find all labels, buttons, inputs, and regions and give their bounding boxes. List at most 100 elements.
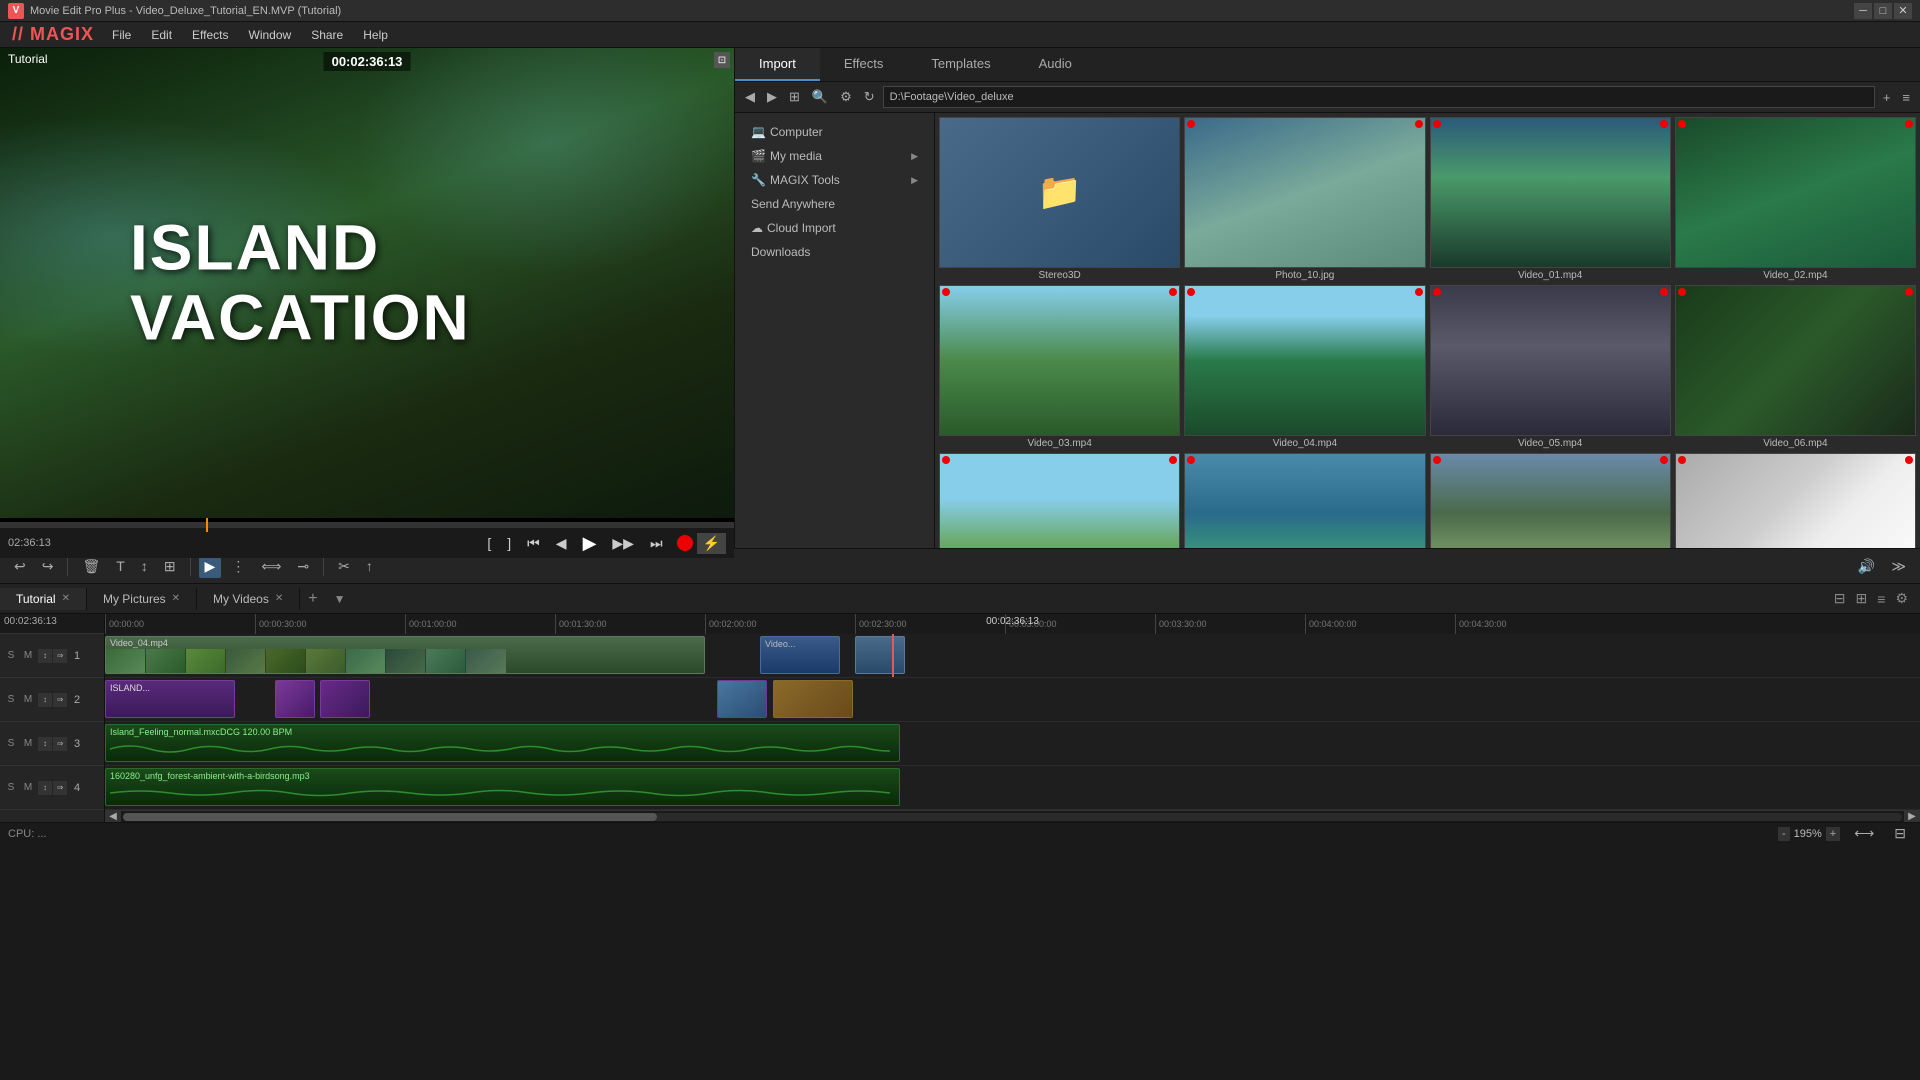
fit-timeline-button[interactable]: ⟷ [1848,822,1880,845]
tab-effects[interactable]: Effects [820,48,908,81]
tab-close-videos[interactable]: ✕ [275,593,283,604]
track-solo[interactable]: ⇒ [53,737,67,751]
nav-computer[interactable]: 💻 Computer [743,121,926,143]
grid-view-button[interactable]: ⊞ [785,87,804,107]
add-tab-button[interactable]: + [300,586,325,612]
nav-cloud-import[interactable]: ☁ Cloud Import [743,217,926,239]
edit-menu[interactable]: Edit [141,26,182,44]
mark-out-button[interactable]: ] [501,533,517,553]
scroll-left-button[interactable]: ◀ [105,811,121,823]
play-button[interactable]: ▶ [577,531,603,556]
video-clip-3[interactable] [855,636,905,674]
zoom-slider-button[interactable]: ⊟ [1888,822,1912,845]
media-item-video05[interactable]: Video_05.mp4 [1430,285,1671,449]
volume-icon[interactable]: 🔊 [1852,555,1881,578]
forward-button[interactable]: ▶ [763,87,781,107]
back-button[interactable]: ◀ [741,87,759,107]
close-button[interactable]: ✕ [1894,3,1912,19]
prev-mark-button[interactable]: ⏮ [521,533,546,554]
timeline-tab-tutorial[interactable]: Tutorial ✕ [0,588,87,610]
timeline-tab-pictures[interactable]: My Pictures ✕ [87,588,197,610]
media-item-video09[interactable]: Video_09.mp4 [1430,453,1671,548]
tab-close-tutorial[interactable]: ✕ [62,593,70,604]
smart-render-button[interactable]: ⚡ [697,533,726,554]
track-solo[interactable]: ⇒ [53,693,67,707]
media-item-video08[interactable]: Video_08.mp4 [1184,453,1425,548]
media-item-video03[interactable]: Video_03.mp4 [939,285,1180,449]
media-item-video07[interactable]: Video_07.mp4 [939,453,1180,548]
titlebar-controls[interactable]: ─ □ ✕ [1854,3,1912,19]
effects-menu[interactable]: Effects [182,26,238,44]
scroll-right-button[interactable]: ▶ [1904,811,1920,823]
preview-seekbar[interactable] [0,522,734,528]
tab-templates[interactable]: Templates [907,48,1014,81]
menubar: // MAGIX File Edit Effects Window Share … [0,22,1920,48]
track-solo[interactable]: ⇒ [53,649,67,663]
tab-audio[interactable]: Audio [1015,48,1096,81]
media-item-stereo3d[interactable]: 📁 Stereo3D [939,117,1180,281]
settings-button[interactable]: ⚙ [836,87,856,107]
audio-clip-1[interactable]: Island_Feeling_normal.mxcDCG 120.00 BPM [105,724,900,762]
help-menu[interactable]: Help [353,26,398,44]
refresh-button[interactable]: ↻ [860,87,879,107]
audio-clip-2[interactable]: 160280_unfg_forest-ambient-with-a-birdso… [105,768,900,806]
timeline-settings[interactable]: ⚙ [1891,588,1912,609]
prev-frame-button[interactable]: ◀ [550,533,573,554]
split-button[interactable]: ↕ [135,555,154,577]
video-clip-purple-3[interactable] [717,680,767,718]
tab-close-pictures[interactable]: ✕ [172,593,180,604]
paste-button[interactable]: ↑ [360,555,379,577]
next-frame-button[interactable]: ▶▶ [606,533,640,554]
media-item-video02[interactable]: Video_02.mp4 [1675,117,1916,281]
maximize-button[interactable]: □ [1874,3,1892,19]
timeline-view[interactable]: ≡ [1873,588,1889,609]
video-clip-purple-2[interactable] [320,680,370,718]
media-item-video01[interactable]: Video_01.mp4 [1430,117,1671,281]
track-controls: ↕ ⇒ [38,693,67,707]
nav-send-anywhere[interactable]: Send Anywhere [743,193,926,215]
record-button[interactable] [677,535,693,551]
video-clip-purple-1[interactable] [275,680,315,718]
text-button[interactable]: T [110,555,131,577]
mark-in-button[interactable]: [ [481,533,497,553]
scroll-track[interactable] [123,813,1902,821]
path-input[interactable] [883,86,1875,108]
zoom-out-button[interactable]: - [1778,827,1790,841]
maximize-icon[interactable]: ⊡ [714,52,730,68]
track-lock[interactable]: ↕ [38,693,52,707]
tab-dropdown[interactable]: ▼ [326,588,354,610]
track-lock[interactable]: ↕ [38,781,52,795]
more-button[interactable]: ≡ [1898,88,1914,107]
nav-my-media[interactable]: 🎬 My media [743,145,926,167]
search-button[interactable]: 🔍 [808,87,832,107]
next-mark-button[interactable]: ⏭ [644,533,669,554]
nav-downloads[interactable]: Downloads [743,241,926,263]
share-menu[interactable]: Share [301,26,353,44]
track-lock[interactable]: ↕ [38,649,52,663]
zoom-in-button[interactable]: + [1826,827,1840,841]
media-item-photo10[interactable]: Photo_10.jpg [1184,117,1425,281]
add-button[interactable]: + [1879,88,1895,107]
file-menu[interactable]: File [102,26,141,44]
video-clip-2[interactable]: Video... [760,636,840,674]
track-solo[interactable]: ⇒ [53,781,67,795]
multitrack-view[interactable]: ⊞ [1852,588,1872,609]
video-clip-1[interactable]: Video_04.mp4 [105,636,705,674]
video-clip-golden[interactable] [773,680,853,718]
scroll-thumb[interactable] [123,813,657,821]
timeline-scrollbar[interactable]: ◀ ▶ [105,810,1920,822]
clip-thumb [226,649,266,674]
track-lock[interactable]: ↕ [38,737,52,751]
more-tools[interactable]: ≫ [1885,555,1912,578]
timeline-ruler[interactable]: 00:00:00 00:00:30:00 00:01:00:00 00:01:3… [105,614,1920,634]
storyboard-view[interactable]: ⊟ [1830,588,1850,609]
tab-import[interactable]: Import [735,48,820,81]
media-item-video10[interactable]: Video_10.mp4 [1675,453,1916,548]
media-item-video06[interactable]: Video_06.mp4 [1675,285,1916,449]
text-clip-island[interactable]: ISLAND... [105,680,235,718]
timeline-tab-videos[interactable]: My Videos ✕ [197,588,300,610]
window-menu[interactable]: Window [239,26,302,44]
media-item-video04[interactable]: Video_04.mp4 [1184,285,1425,449]
minimize-button[interactable]: ─ [1854,3,1872,19]
nav-magix-tools[interactable]: 🔧 MAGIX Tools [743,169,926,191]
